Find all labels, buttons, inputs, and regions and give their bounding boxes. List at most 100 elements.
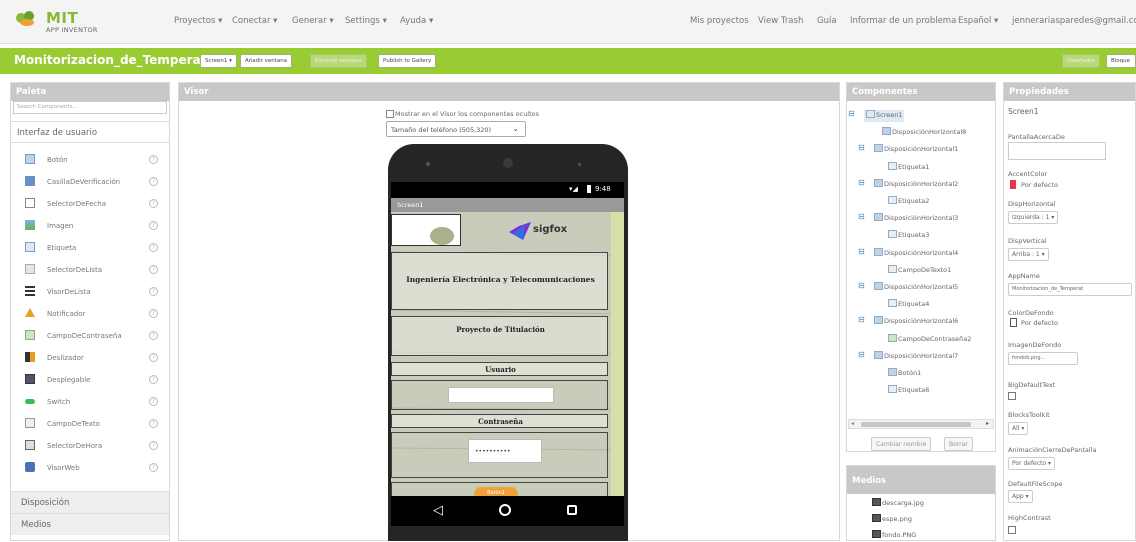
tree-node-disposiciónhorizontal6[interactable]: DisposiciónHorizontal6 [874, 316, 958, 328]
tree-collapse-icon[interactable]: ⊟ [858, 178, 865, 187]
tree-horizontal-scrollbar[interactable]: ◂ ▸ [848, 419, 994, 429]
screen-selector-button[interactable]: Screen1 ▾ [200, 54, 237, 68]
help-icon[interactable]: ? [149, 419, 158, 428]
remove-screen-button[interactable]: Eliminar ventana [310, 54, 367, 68]
palette-item-visordelista[interactable]: VisorDeLista? [11, 281, 169, 303]
palette-item-campodetexto[interactable]: CampoDeTexto? [11, 413, 169, 435]
tree-node-disposiciónhorizontal4[interactable]: DisposiciónHorizontal4 [874, 247, 958, 260]
search-components-input[interactable]: Search Components... [13, 101, 167, 114]
recents-icon[interactable] [567, 505, 577, 515]
link-my-projects[interactable]: Mis proyectos [690, 16, 749, 26]
menu-ayuda[interactable]: Ayuda ▾ [400, 16, 433, 26]
espe-logo-image[interactable] [391, 214, 461, 246]
tree-collapse-icon[interactable]: ⊟ [858, 350, 865, 359]
media-file[interactable]: descarga.jpg [872, 498, 924, 510]
home-icon[interactable] [499, 504, 511, 516]
phone-size-select[interactable]: Tamaño del teléfono (505,320) ⌄ [386, 121, 526, 137]
add-screen-button[interactable]: Añadir ventana [240, 54, 293, 68]
help-icon[interactable]: ? [149, 331, 158, 340]
login-button[interactable]: Botón1 [474, 487, 518, 496]
help-icon[interactable]: ? [149, 177, 158, 186]
palette-item-imagen[interactable]: Imagen? [11, 215, 169, 237]
bg-color-value[interactable]: Por defecto [1021, 319, 1058, 327]
palette-item-selectordehora[interactable]: SelectorDeHora? [11, 435, 169, 457]
category-media[interactable]: Medios [11, 513, 169, 535]
show-hidden-checkbox[interactable] [386, 110, 394, 118]
palette-item-casilladeverificación[interactable]: CasillaDeVerificación? [11, 171, 169, 193]
palette-item-selectordefecha[interactable]: SelectorDeFecha? [11, 193, 169, 215]
menu-generar[interactable]: Generar ▾ [292, 16, 334, 26]
tree-collapse-icon[interactable]: ⊟ [858, 247, 865, 256]
scrollbar-thumb[interactable] [861, 422, 971, 427]
tree-collapse-icon[interactable]: ⊟ [848, 109, 855, 118]
tree-node-disposiciónhorizontal5[interactable]: DisposiciónHorizontal5 [874, 282, 958, 294]
tree-node-botón1[interactable]: Botón1 [888, 368, 921, 380]
category-user-interface[interactable]: Interfaz de usuario [11, 121, 169, 143]
category-layout[interactable]: Disposición [11, 491, 169, 513]
tree-node-campodecontraseña2[interactable]: CampoDeContraseña2 [888, 333, 971, 346]
rename-button[interactable]: Cambiar nombre [871, 437, 932, 451]
scroll-right-icon[interactable]: ▸ [986, 420, 989, 427]
delete-button[interactable]: Borrar [944, 437, 973, 451]
tree-node-etiqueta3[interactable]: Etiqueta3 [888, 230, 929, 242]
palette-item-desplegable[interactable]: Desplegable? [11, 369, 169, 391]
close-animation-select[interactable]: Por defecto ▾ [1008, 457, 1055, 470]
menu-settings[interactable]: Settings ▾ [345, 16, 387, 26]
tree-node-campodetexto1[interactable]: CampoDeTexto1 [888, 264, 951, 277]
tree-node-etiqueta2[interactable]: Etiqueta2 [888, 196, 929, 208]
link-guide[interactable]: Guía [817, 16, 837, 26]
menu-proyectos[interactable]: Proyectos ▾ [174, 16, 222, 26]
scroll-left-icon[interactable]: ◂ [851, 420, 854, 427]
about-screen-textarea[interactable] [1008, 142, 1106, 160]
link-report-issue[interactable]: Informar de un problema [850, 16, 956, 26]
bg-color-swatch[interactable] [1010, 318, 1017, 327]
app-name-input[interactable]: Monitorizacion_de_Temperat [1008, 283, 1132, 296]
palette-item-deslizador[interactable]: Deslizador? [11, 347, 169, 369]
help-icon[interactable]: ? [149, 353, 158, 362]
account-menu[interactable]: jennerariasparedes@gmail.com ▾ [1012, 16, 1136, 26]
help-icon[interactable]: ? [149, 375, 158, 384]
bg-image-picker[interactable]: fondob.png... [1008, 352, 1078, 365]
palette-item-notificador[interactable]: Notificador? [11, 303, 169, 325]
help-icon[interactable]: ? [149, 309, 158, 318]
blocks-toolkit-select[interactable]: All ▾ [1008, 422, 1029, 435]
help-icon[interactable]: ? [149, 287, 158, 296]
tree-node-screen1[interactable]: Screen1 [864, 110, 905, 122]
password-input[interactable]: •••••••••• [468, 439, 542, 463]
align-horizontal-select[interactable]: Izquierda : 1 ▾ [1008, 211, 1059, 224]
accent-color-swatch[interactable] [1010, 180, 1016, 189]
help-icon[interactable]: ? [149, 155, 158, 164]
blocks-button[interactable]: Bloque [1106, 54, 1136, 68]
tree-node-disposiciónhorizontal1[interactable]: DisposiciónHorizontal1 [874, 144, 958, 156]
accent-color-value[interactable]: Por defecto [1021, 181, 1058, 189]
help-icon[interactable]: ? [149, 265, 158, 274]
align-vertical-select[interactable]: Arriba : 1 ▾ [1008, 248, 1049, 261]
tree-node-etiqueta1[interactable]: Etiqueta1 [888, 161, 929, 174]
tree-collapse-icon[interactable]: ⊟ [858, 315, 865, 324]
publish-gallery-button[interactable]: Publish to Gallery [378, 54, 437, 68]
palette-item-visorweb[interactable]: VisorWeb? [11, 457, 169, 479]
tree-node-disposiciónhorizontal2[interactable]: DisposiciónHorizontal2 [874, 178, 958, 191]
tree-node-disposiciónhorizontal3[interactable]: DisposiciónHorizontal3 [874, 213, 958, 225]
language-menu[interactable]: Español ▾ [958, 16, 998, 26]
designer-button[interactable]: Diseñador [1062, 54, 1100, 68]
link-view-trash[interactable]: View Trash [758, 16, 803, 26]
help-icon[interactable]: ? [149, 463, 158, 472]
palette-item-etiqueta[interactable]: Etiqueta? [11, 237, 169, 259]
app-inventor-logo[interactable]: MIT APP INVENTOR [14, 9, 134, 35]
help-icon[interactable]: ? [149, 397, 158, 406]
palette-item-switch[interactable]: Switch? [11, 391, 169, 413]
palette-item-selectordelista[interactable]: SelectorDeLista? [11, 259, 169, 281]
tree-collapse-icon[interactable]: ⊟ [858, 143, 865, 152]
tree-collapse-icon[interactable]: ⊟ [858, 212, 865, 221]
help-icon[interactable]: ? [149, 221, 158, 230]
tree-collapse-icon[interactable]: ⊟ [858, 281, 865, 290]
file-scope-select[interactable]: App ▾ [1008, 490, 1033, 503]
tree-node-etiqueta4[interactable]: Etiqueta4 [888, 299, 929, 311]
help-icon[interactable]: ? [149, 243, 158, 252]
menu-conectar[interactable]: Conectar ▾ [232, 16, 277, 26]
big-default-text-checkbox[interactable] [1008, 392, 1016, 400]
username-input[interactable] [448, 387, 554, 403]
back-icon[interactable]: ◁ [433, 503, 443, 518]
help-icon[interactable]: ? [149, 199, 158, 208]
